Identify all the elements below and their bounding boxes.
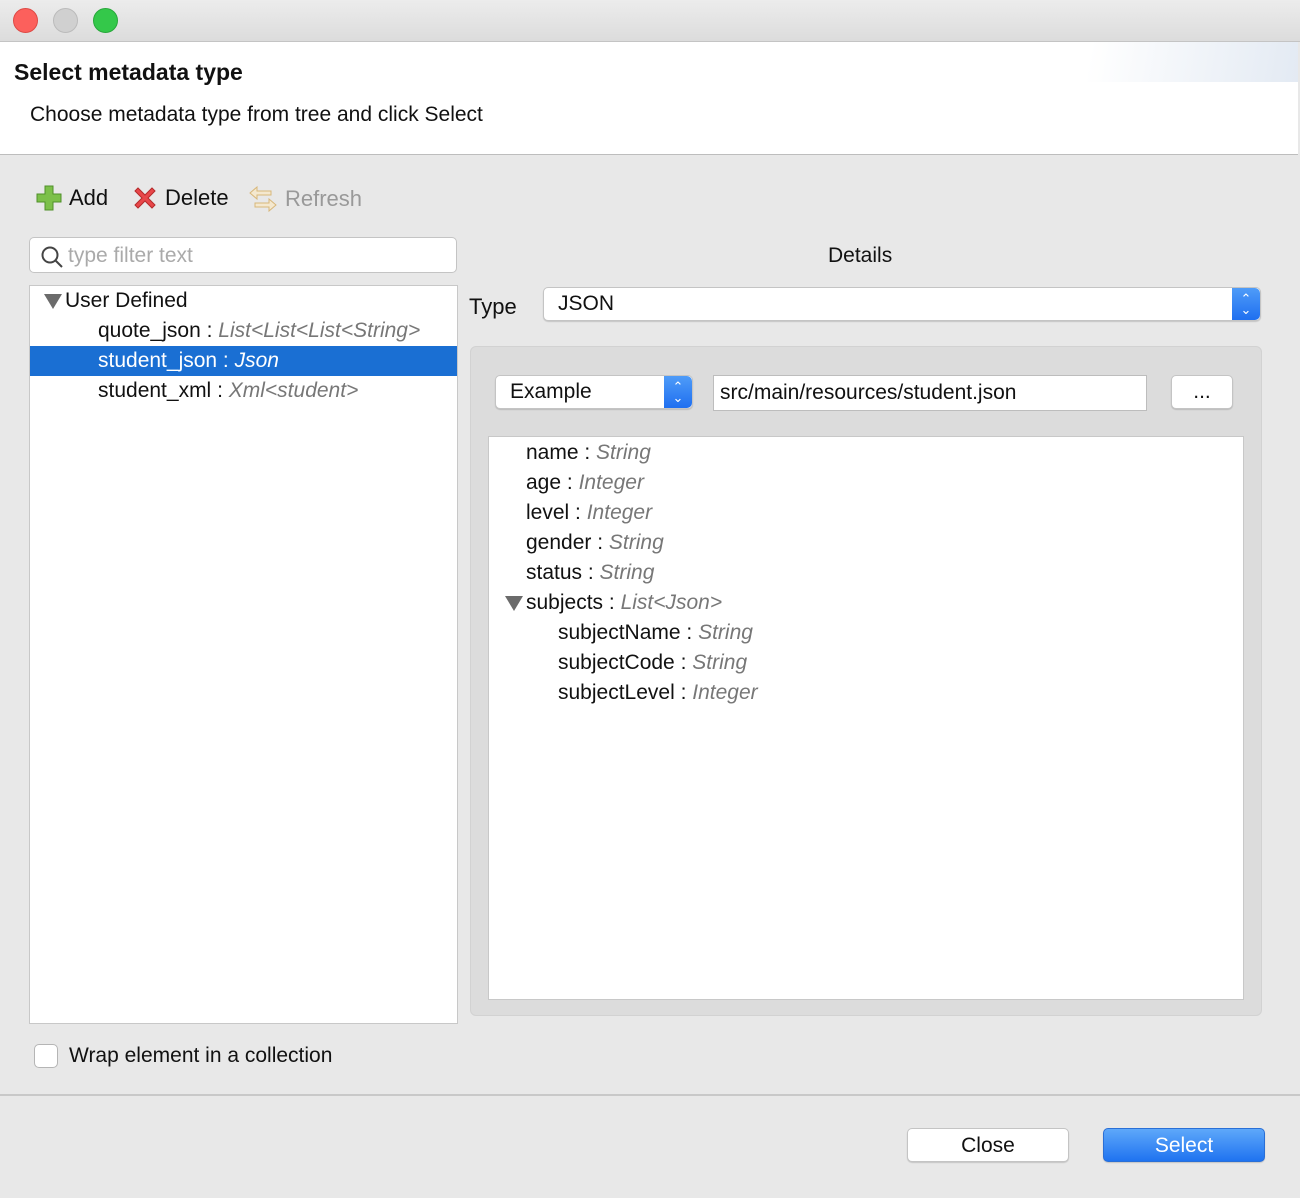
browse-button[interactable]: ... (1171, 375, 1233, 409)
field-item[interactable]: level : Integer (526, 498, 652, 528)
field-sep: : (674, 651, 693, 674)
source-value: Example (510, 380, 592, 403)
expand-triangle-icon[interactable] (505, 595, 523, 611)
field-name: subjectName (558, 621, 681, 644)
field-name: level (526, 501, 570, 524)
field-sep: : (603, 591, 621, 614)
search-icon (41, 246, 63, 268)
field-sep: : (561, 471, 579, 494)
field-item[interactable]: gender : String (526, 528, 664, 558)
type-label: Type (469, 294, 517, 319)
path-input[interactable]: src/main/resources/student.json (713, 375, 1147, 411)
source-select[interactable]: Example ⌃ ⌄ (495, 375, 693, 409)
field-type: String (692, 651, 748, 674)
field-item[interactable]: subjectName : String (558, 618, 753, 648)
dialog-subtitle: Choose metadata type from tree and click… (30, 103, 483, 126)
path-value: src/main/resources/student.json (720, 381, 1017, 404)
type-select[interactable]: JSON ⌃ ⌄ (543, 287, 1261, 321)
field-type: Integer (586, 501, 653, 524)
header-banner (1038, 42, 1298, 82)
item-name: student_json (98, 349, 218, 372)
refresh-label: Refresh (285, 186, 363, 211)
field-sep: : (582, 561, 600, 584)
item-type: Xml<student> (228, 379, 359, 402)
field-name: gender (526, 531, 592, 554)
field-name: age (526, 471, 562, 494)
item-type: List<List<List<String> (218, 319, 421, 342)
field-sep: : (680, 621, 699, 644)
field-sep: : (591, 531, 609, 554)
plus-icon (36, 185, 62, 211)
field-type: String (698, 621, 753, 644)
item-name: quote_json (98, 319, 201, 342)
add-button[interactable]: Add (35, 184, 108, 212)
field-name: status (526, 561, 583, 584)
zoom-window-icon[interactable] (93, 8, 118, 33)
refresh-button[interactable]: Refresh (247, 184, 362, 214)
tree-group-user-defined[interactable]: User Defined (44, 286, 188, 316)
group-label: User Defined (65, 289, 188, 312)
refresh-arrows-icon (249, 185, 277, 213)
field-name: subjectCode (558, 651, 675, 674)
item-sep: : (200, 319, 219, 342)
field-type: Integer (578, 471, 644, 494)
expand-triangle-icon[interactable] (44, 293, 62, 309)
updown-chevron-icon: ⌃ ⌄ (664, 376, 692, 408)
select-button[interactable]: Select (1103, 1128, 1265, 1162)
metadata-tree: User Defined quote_json : List<List<List… (29, 285, 458, 1024)
field-item[interactable]: age : Integer (526, 468, 644, 498)
updown-chevron-icon: ⌃ ⌄ (1232, 288, 1260, 320)
field-name: subjectLevel (558, 681, 675, 704)
field-type: String (596, 441, 651, 464)
filter-input[interactable]: type filter text (29, 237, 457, 273)
wrap-checkbox[interactable] (34, 1044, 58, 1068)
footer-divider (0, 1094, 1300, 1096)
field-name: subjects (526, 591, 604, 614)
field-name: name (526, 441, 579, 464)
delete-x-icon (134, 187, 156, 209)
structure-tree: name : String age : Integer level : Inte… (488, 436, 1244, 1000)
field-type: List<Json> (620, 591, 723, 614)
dialog-header: Select metadata type Choose metadata typ… (0, 42, 1298, 155)
tree-item[interactable]: quote_json : List<List<List<String> (30, 316, 457, 346)
close-window-icon[interactable] (13, 8, 38, 33)
field-item[interactable]: status : String (526, 558, 654, 588)
filter-placeholder: type filter text (68, 244, 193, 267)
field-sep: : (578, 441, 597, 464)
item-sep: : (217, 349, 235, 372)
dialog-title: Select metadata type (14, 59, 243, 85)
field-item-subjects[interactable]: subjects : List<Json> (505, 588, 722, 618)
field-type: Integer (692, 681, 758, 704)
item-sep: : (211, 379, 229, 402)
field-item[interactable]: name : String (526, 438, 651, 468)
type-value: JSON (558, 292, 615, 315)
field-sep: : (569, 501, 587, 524)
field-item[interactable]: subjectLevel : Integer (558, 678, 758, 708)
close-button[interactable]: Close (907, 1128, 1069, 1162)
delete-label: Delete (165, 185, 229, 210)
delete-button[interactable]: Delete (131, 184, 229, 212)
field-sep: : (674, 681, 693, 704)
details-heading: Details (828, 244, 893, 267)
field-type: String (599, 561, 655, 584)
tree-item-selected[interactable]: student_json : Json (30, 346, 457, 376)
item-type: Json (234, 349, 279, 372)
add-label: Add (69, 185, 109, 210)
item-name: student_xml (98, 379, 212, 402)
tree-item[interactable]: student_xml : Xml<student> (30, 376, 457, 406)
field-type: String (608, 531, 664, 554)
wrap-label: Wrap element in a collection (69, 1044, 333, 1067)
field-item[interactable]: subjectCode : String (558, 648, 747, 678)
title-bar (0, 0, 1300, 42)
minimize-window-icon[interactable] (53, 8, 78, 33)
